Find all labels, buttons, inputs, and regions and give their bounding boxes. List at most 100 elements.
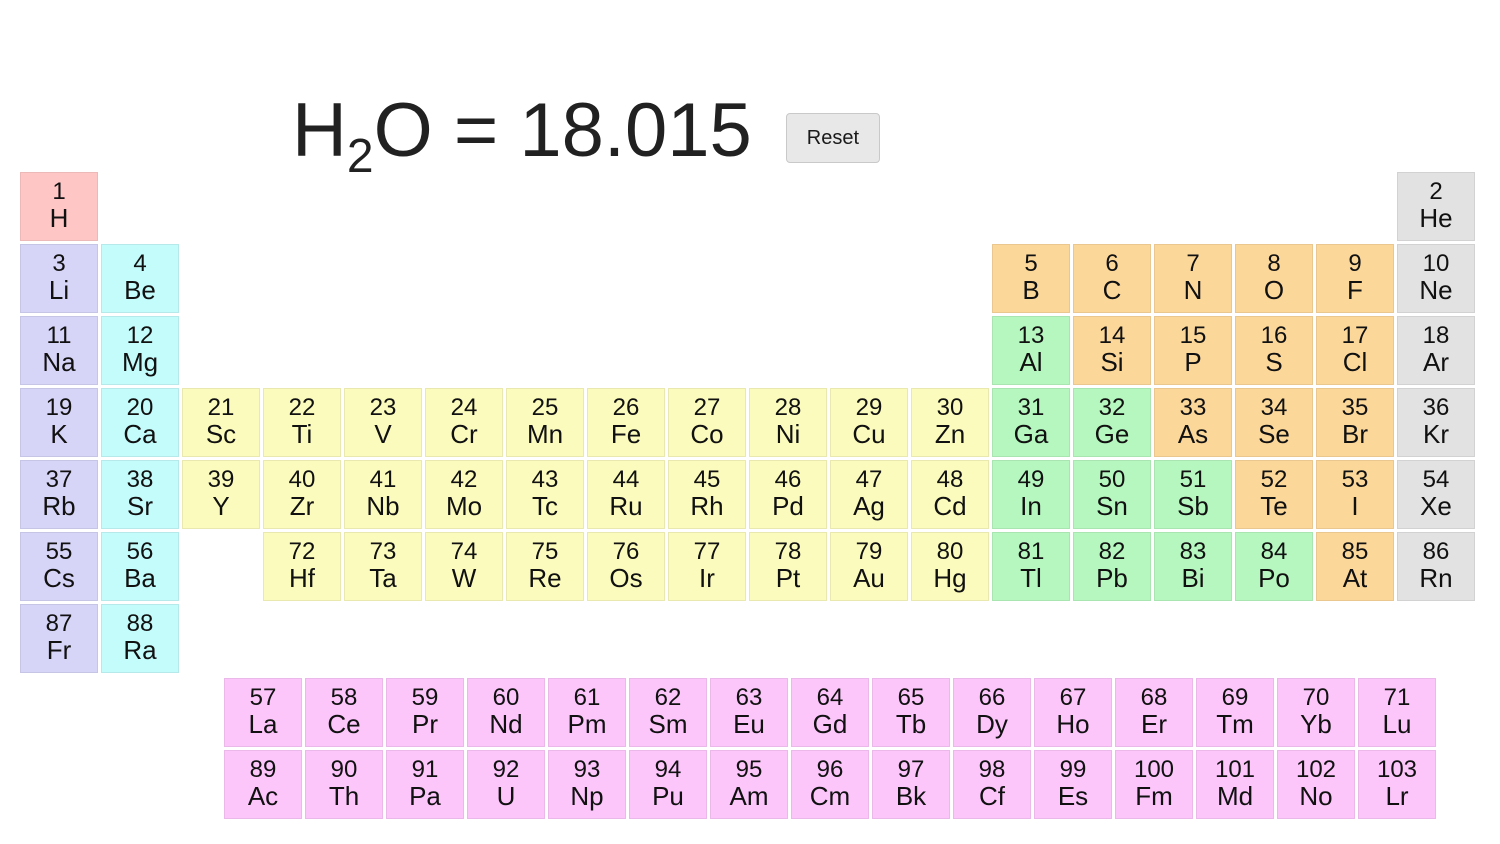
element-cell-he[interactable]: 2 He [1397,172,1475,241]
element-cell-tc[interactable]: 43 Tc [506,460,584,529]
element-cell-es[interactable]: 99 Es [1034,750,1112,819]
element-cell-tb[interactable]: 65 Tb [872,678,950,747]
element-cell-ta[interactable]: 73 Ta [344,532,422,601]
element-cell-as[interactable]: 33 As [1154,388,1232,457]
element-cell-md[interactable]: 101 Md [1196,750,1274,819]
element-cell-in[interactable]: 49 In [992,460,1070,529]
element-cell-fr[interactable]: 87 Fr [20,604,98,673]
element-cell-po[interactable]: 84 Po [1235,532,1313,601]
element-cell-bk[interactable]: 97 Bk [872,750,950,819]
element-cell-er[interactable]: 68 Er [1115,678,1193,747]
element-cell-i[interactable]: 53 I [1316,460,1394,529]
element-cell-u[interactable]: 92 U [467,750,545,819]
element-cell-cd[interactable]: 48 Cd [911,460,989,529]
element-cell-ag[interactable]: 47 Ag [830,460,908,529]
element-cell-sc[interactable]: 21 Sc [182,388,260,457]
element-cell-ac[interactable]: 89 Ac [224,750,302,819]
element-cell-bi[interactable]: 83 Bi [1154,532,1232,601]
element-cell-zn[interactable]: 30 Zn [911,388,989,457]
element-cell-ga[interactable]: 31 Ga [992,388,1070,457]
element-cell-yb[interactable]: 70 Yb [1277,678,1355,747]
element-cell-pa[interactable]: 91 Pa [386,750,464,819]
element-cell-ar[interactable]: 18 Ar [1397,316,1475,385]
element-cell-te[interactable]: 52 Te [1235,460,1313,529]
element-cell-pb[interactable]: 82 Pb [1073,532,1151,601]
element-cell-os[interactable]: 76 Os [587,532,665,601]
element-cell-au[interactable]: 79 Au [830,532,908,601]
element-cell-la[interactable]: 57 La [224,678,302,747]
element-cell-cu[interactable]: 29 Cu [830,388,908,457]
element-cell-n[interactable]: 7N [1154,244,1232,313]
element-cell-rb[interactable]: 37 Rb [20,460,98,529]
element-cell-cr[interactable]: 24 Cr [425,388,503,457]
element-cell-ir[interactable]: 77 Ir [668,532,746,601]
element-cell-pr[interactable]: 59 Pr [386,678,464,747]
element-cell-np[interactable]: 93 Np [548,750,626,819]
element-cell-be[interactable]: 4 Be [101,244,179,313]
element-cell-cm[interactable]: 96 Cm [791,750,869,819]
element-cell-pm[interactable]: 61 Pm [548,678,626,747]
element-cell-hg[interactable]: 80 Hg [911,532,989,601]
element-cell-f[interactable]: 9F [1316,244,1394,313]
element-cell-na[interactable]: 11 Na [20,316,98,385]
element-cell-am[interactable]: 95 Am [710,750,788,819]
element-cell-sm[interactable]: 62 Sm [629,678,707,747]
element-cell-al[interactable]: 13 Al [992,316,1070,385]
element-cell-sb[interactable]: 51 Sb [1154,460,1232,529]
element-cell-o[interactable]: 8O [1235,244,1313,313]
element-cell-fm[interactable]: 100 Fm [1115,750,1193,819]
element-cell-tm[interactable]: 69 Tm [1196,678,1274,747]
element-cell-ti[interactable]: 22 Ti [263,388,341,457]
element-cell-zr[interactable]: 40 Zr [263,460,341,529]
element-cell-co[interactable]: 27 Co [668,388,746,457]
element-cell-gd[interactable]: 64 Gd [791,678,869,747]
element-cell-cs[interactable]: 55 Cs [20,532,98,601]
element-cell-cf[interactable]: 98 Cf [953,750,1031,819]
element-cell-dy[interactable]: 66 Dy [953,678,1031,747]
element-cell-rn[interactable]: 86 Rn [1397,532,1475,601]
element-cell-se[interactable]: 34 Se [1235,388,1313,457]
element-cell-lr[interactable]: 103 Lr [1358,750,1436,819]
element-cell-ce[interactable]: 58 Ce [305,678,383,747]
element-cell-ru[interactable]: 44 Ru [587,460,665,529]
element-cell-eu[interactable]: 63 Eu [710,678,788,747]
element-cell-re[interactable]: 75 Re [506,532,584,601]
element-cell-no[interactable]: 102 No [1277,750,1355,819]
element-cell-pt[interactable]: 78 Pt [749,532,827,601]
element-cell-ni[interactable]: 28 Ni [749,388,827,457]
element-cell-h[interactable]: 1H [20,172,98,241]
element-cell-hf[interactable]: 72 Hf [263,532,341,601]
element-cell-cl[interactable]: 17 Cl [1316,316,1394,385]
element-cell-mn[interactable]: 25 Mn [506,388,584,457]
element-cell-mo[interactable]: 42 Mo [425,460,503,529]
element-cell-kr[interactable]: 36 Kr [1397,388,1475,457]
element-cell-c[interactable]: 6C [1073,244,1151,313]
element-cell-xe[interactable]: 54 Xe [1397,460,1475,529]
element-cell-ca[interactable]: 20 Ca [101,388,179,457]
element-cell-mg[interactable]: 12 Mg [101,316,179,385]
element-cell-pd[interactable]: 46 Pd [749,460,827,529]
element-cell-tl[interactable]: 81 Tl [992,532,1070,601]
element-cell-nb[interactable]: 41 Nb [344,460,422,529]
element-cell-rh[interactable]: 45 Rh [668,460,746,529]
element-cell-li[interactable]: 3 Li [20,244,98,313]
element-cell-v[interactable]: 23 V [344,388,422,457]
element-cell-ra[interactable]: 88 Ra [101,604,179,673]
element-cell-w[interactable]: 74 W [425,532,503,601]
reset-button[interactable]: Reset [785,113,881,163]
element-cell-s[interactable]: 16 S [1235,316,1313,385]
element-cell-ne[interactable]: 10 Ne [1397,244,1475,313]
element-cell-y[interactable]: 39 Y [182,460,260,529]
element-cell-sn[interactable]: 50 Sn [1073,460,1151,529]
element-cell-p[interactable]: 15 P [1154,316,1232,385]
element-cell-br[interactable]: 35 Br [1316,388,1394,457]
element-cell-nd[interactable]: 60 Nd [467,678,545,747]
element-cell-th[interactable]: 90 Th [305,750,383,819]
element-cell-fe[interactable]: 26 Fe [587,388,665,457]
element-cell-ba[interactable]: 56 Ba [101,532,179,601]
element-cell-ho[interactable]: 67 Ho [1034,678,1112,747]
element-cell-sr[interactable]: 38 Sr [101,460,179,529]
element-cell-at[interactable]: 85 At [1316,532,1394,601]
element-cell-ge[interactable]: 32 Ge [1073,388,1151,457]
element-cell-si[interactable]: 14 Si [1073,316,1151,385]
